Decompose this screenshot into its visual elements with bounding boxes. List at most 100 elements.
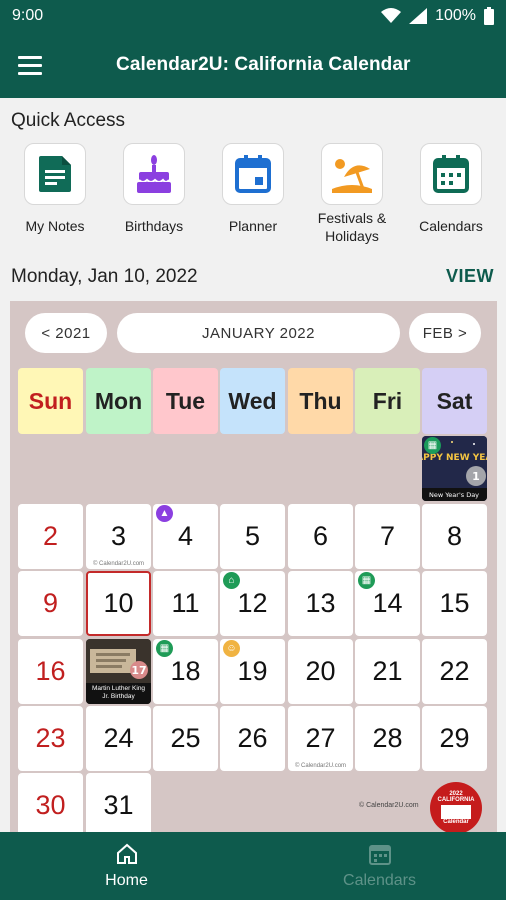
- day-number: 26: [237, 723, 268, 753]
- day-number: 5: [244, 521, 261, 551]
- quick-access-title: Quick Access: [11, 110, 126, 131]
- day-cell-25[interactable]: 25: [153, 706, 218, 771]
- day-number: 13: [305, 588, 336, 618]
- calendars-icon: [420, 143, 482, 205]
- weekday-wed: Wed: [220, 368, 285, 434]
- day-cell-7[interactable]: 7: [355, 504, 420, 569]
- birthday-event-icon: ▲: [156, 505, 173, 522]
- day-cell-30[interactable]: 30: [18, 773, 83, 832]
- day-number: 27: [305, 723, 336, 753]
- new-years-day-caption: New Year's Day: [429, 491, 479, 499]
- day-number: 18: [170, 656, 201, 686]
- day-number: 20: [305, 656, 336, 686]
- day-cell-9[interactable]: 9: [18, 571, 83, 636]
- day-number: 15: [439, 588, 470, 618]
- status-time: 9:00: [12, 7, 44, 24]
- day-number: 7: [379, 521, 396, 551]
- nav-calendars[interactable]: Calendars: [253, 832, 506, 900]
- weekday-sat: Sat: [422, 368, 487, 434]
- day-cell-16[interactable]: 16: [18, 639, 83, 704]
- day-cell-23[interactable]: 23: [18, 706, 83, 771]
- day-cell-3[interactable]: 3 © Calendar2U.com: [86, 504, 151, 569]
- day-number: 25: [170, 723, 201, 753]
- face-event-icon: ☺: [223, 640, 240, 657]
- day-number: 9: [42, 588, 59, 618]
- svg-text:1: 1: [472, 470, 480, 483]
- day-number: 19: [237, 656, 268, 686]
- planner-calendar-icon: [222, 143, 284, 205]
- day-cell-29[interactable]: 29: [422, 706, 487, 771]
- day-number: 24: [103, 723, 134, 753]
- app-title: Calendar2U: California Calendar: [116, 54, 411, 75]
- cell-watermark: © Calendar2U.com: [294, 763, 347, 769]
- day-number: 4: [177, 521, 194, 551]
- cell-watermark: © Calendar2U.com: [92, 561, 145, 567]
- quick-access-festivals-holidays[interactable]: Festivals & Holidays: [302, 143, 402, 245]
- day-cell-21[interactable]: 21: [355, 639, 420, 704]
- month-calendar: < 2021 JANUARY 2022 FEB > Sun Mon Tue Wed Th…: [10, 301, 497, 832]
- home-icon: [116, 843, 137, 864]
- birthday-cake-icon: [123, 143, 185, 205]
- day-cell-8[interactable]: 8: [422, 504, 487, 569]
- nav-home[interactable]: Home: [0, 832, 253, 900]
- day-cell-28[interactable]: 28: [355, 706, 420, 771]
- day-number: 22: [439, 656, 470, 686]
- day-number: 29: [439, 723, 470, 753]
- calendar-event-icon: ▦: [358, 572, 375, 589]
- notes-icon: [24, 143, 86, 205]
- day-cell-6[interactable]: 6: [288, 504, 353, 569]
- view-button[interactable]: VIEW: [446, 266, 494, 287]
- day-cell-27[interactable]: 27 © Calendar2U.com: [288, 706, 353, 771]
- quick-access-birthdays[interactable]: Birthdays: [104, 143, 204, 235]
- svg-text:17: 17: [131, 664, 146, 677]
- day-cell-13[interactable]: 13: [288, 571, 353, 636]
- day-number: 3: [110, 521, 127, 551]
- quick-access-label: Calendars: [419, 218, 483, 234]
- day-cell-10[interactable]: 10: [86, 571, 151, 636]
- day-number: 30: [35, 790, 66, 820]
- day-cell-22[interactable]: 22: [422, 639, 487, 704]
- day-number: 6: [312, 521, 329, 551]
- mlk-day-caption: Martin Luther King Jr. Birthday: [91, 685, 146, 700]
- calendar-event-icon: ▦: [424, 437, 441, 454]
- mlk-day-image[interactable]: 17 Martin Luther King Jr. Birthday: [86, 639, 151, 704]
- prev-year-button[interactable]: < 2021: [25, 313, 107, 353]
- quick-access-planner[interactable]: Planner: [203, 143, 303, 235]
- weekday-tue: Tue: [153, 368, 218, 434]
- day-number: 21: [372, 656, 403, 686]
- next-month-button[interactable]: FEB >: [409, 313, 481, 353]
- quick-access-my-notes[interactable]: My Notes: [5, 143, 105, 235]
- quick-access-calendars[interactable]: Calendars: [401, 143, 501, 235]
- quick-access-label: Festivals & Holidays: [317, 210, 387, 244]
- day-number: 12: [237, 588, 268, 618]
- logo-sub: Calendar: [443, 819, 469, 825]
- app-bar: Calendar2U: California Calendar: [0, 32, 506, 98]
- california-calendar-logo[interactable]: 2022 CALIFORNIA Calendar: [430, 782, 482, 832]
- weekday-fri: Fri: [355, 368, 420, 434]
- day-cell-15[interactable]: 15: [422, 571, 487, 636]
- day-number: 10: [103, 588, 134, 618]
- battery-percent: 100%: [435, 7, 476, 24]
- day-cell-5[interactable]: 5: [220, 504, 285, 569]
- home-event-icon: ⌂: [223, 572, 240, 589]
- day-cell-2[interactable]: 2: [18, 504, 83, 569]
- quick-access-label: Birthdays: [124, 218, 184, 234]
- day-cell-24[interactable]: 24: [86, 706, 151, 771]
- day-number: 31: [103, 790, 134, 820]
- day-cell-11[interactable]: 11: [153, 571, 218, 636]
- quick-access-row: My Notes Birthdays Planner Festivals & H…: [0, 143, 506, 253]
- day-cell-31[interactable]: 31: [86, 773, 151, 832]
- nav-home-label: Home: [105, 872, 148, 889]
- quick-access-label: Planner: [228, 218, 278, 234]
- calendars-icon: [368, 845, 391, 865]
- wifi-icon: [381, 8, 402, 23]
- day-cell-26[interactable]: 26: [220, 706, 285, 771]
- day-number: 28: [372, 723, 403, 753]
- day-cell-20[interactable]: 20: [288, 639, 353, 704]
- battery-icon: [484, 7, 494, 25]
- month-label: JANUARY 2022: [117, 313, 400, 353]
- hamburger-menu-icon[interactable]: [18, 37, 74, 93]
- beach-umbrella-icon: [321, 143, 383, 205]
- day-number: 8: [446, 521, 463, 551]
- day-number: 2: [42, 521, 59, 551]
